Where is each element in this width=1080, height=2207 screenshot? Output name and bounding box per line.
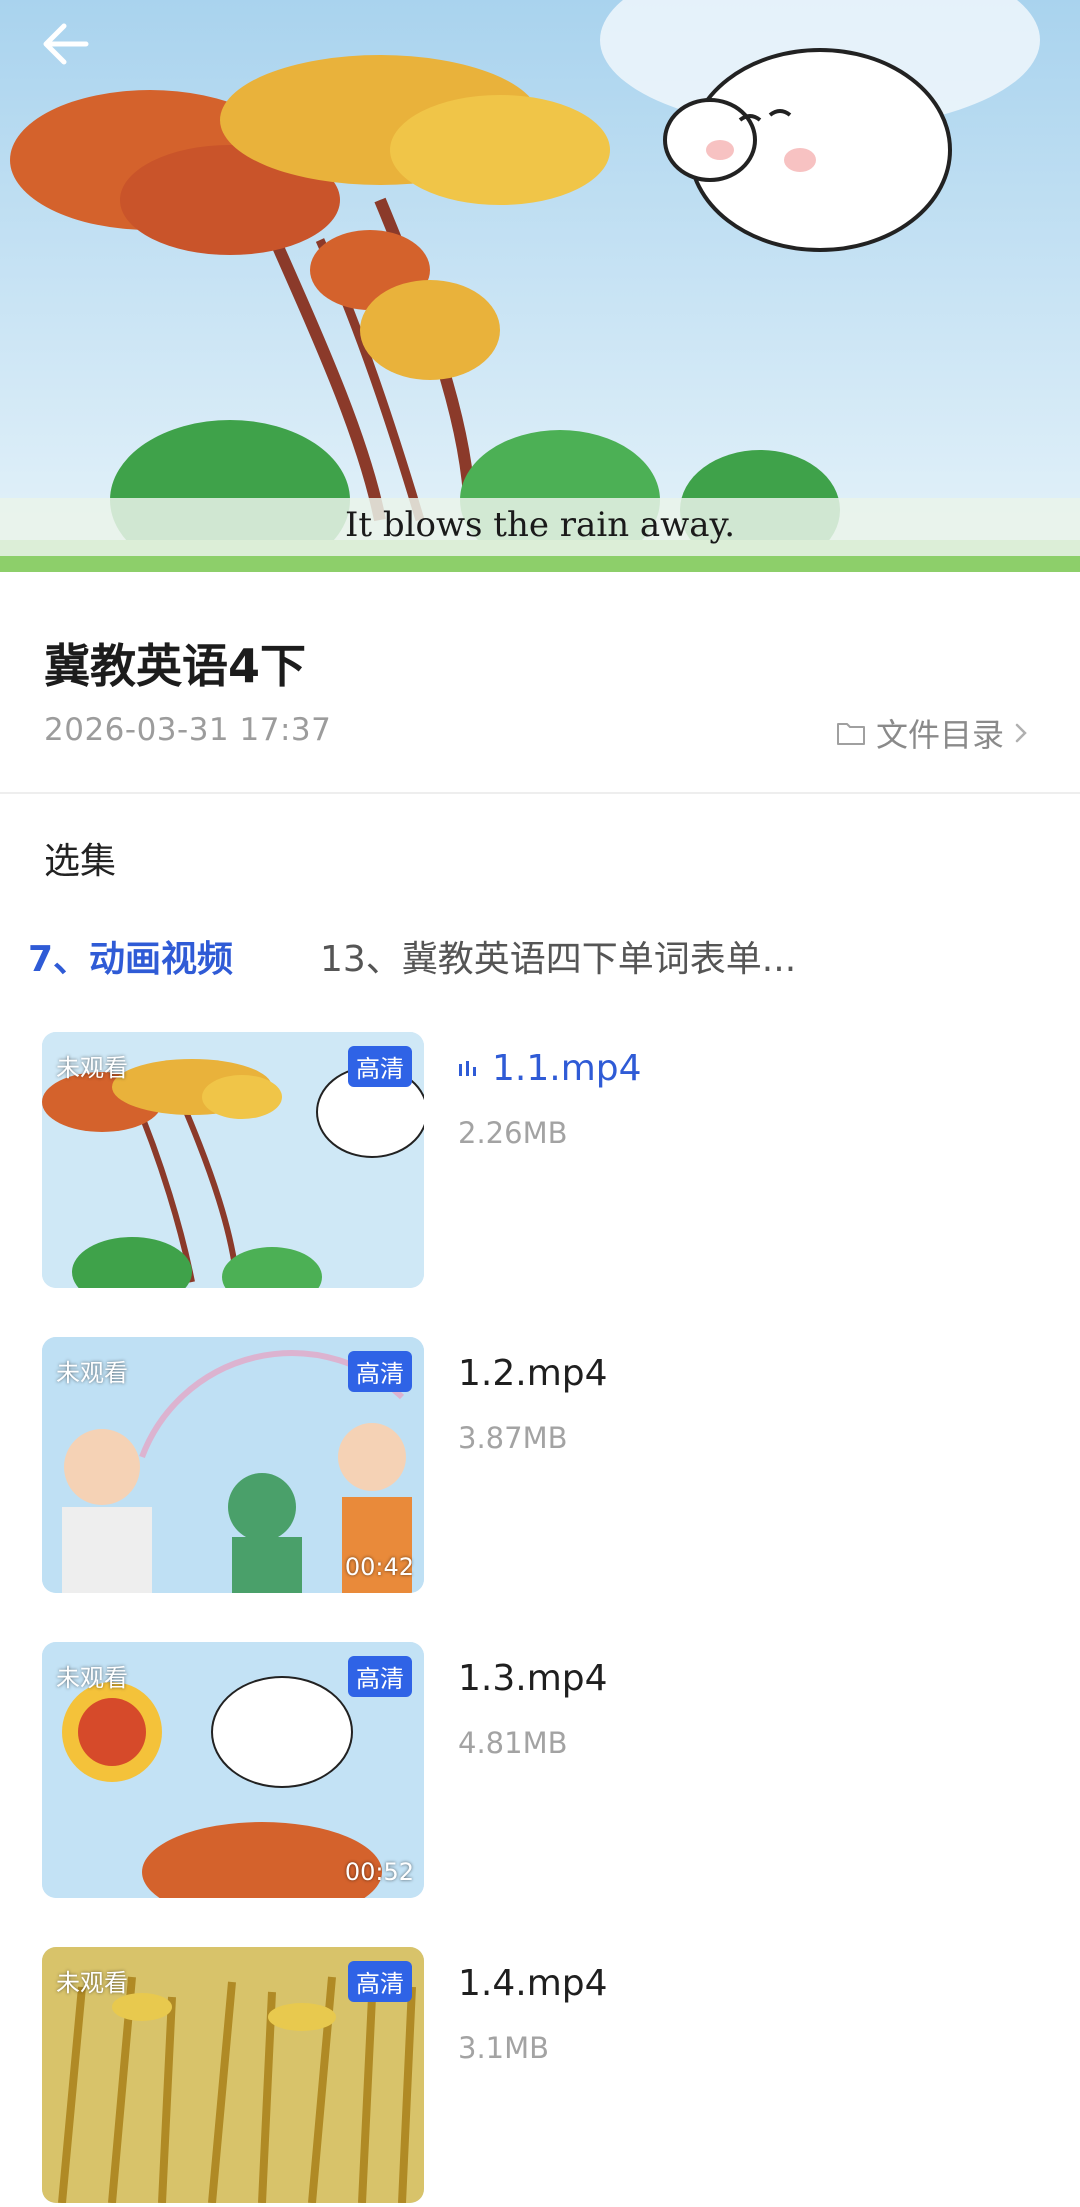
file-directory-label: 文件目录 xyxy=(875,716,1004,754)
list-item[interactable]: 未观看 高清 1.1.mp4 2.26MB xyxy=(42,1032,1042,1292)
video-frame-illustration xyxy=(0,0,1080,572)
file-size: 3.1MB xyxy=(458,2031,550,2065)
folder-icon xyxy=(836,723,865,745)
unwatched-badge: 未观看 xyxy=(56,1969,128,1997)
arrow-left-icon xyxy=(43,23,89,65)
page-title: 冀教英语4下 xyxy=(44,639,307,693)
back-button[interactable] xyxy=(30,8,102,80)
now-playing-icon xyxy=(459,1060,476,1076)
episode-title: 1.1.mp4 xyxy=(458,1048,642,1089)
tab-animation-videos[interactable]: 7、动画视频 xyxy=(28,930,233,982)
upload-date: 2026-03-31 17:37 xyxy=(44,712,332,748)
episode-name: 1.4.mp4 xyxy=(458,1963,608,2004)
unwatched-badge: 未观看 xyxy=(56,1664,128,1692)
section-divider xyxy=(0,792,1080,794)
episode-name: 1.2.mp4 xyxy=(458,1353,608,1394)
file-size: 4.81MB xyxy=(458,1726,568,1760)
unwatched-badge: 未观看 xyxy=(56,1359,128,1387)
file-size: 3.87MB xyxy=(458,1421,568,1455)
chevron-right-icon xyxy=(1015,723,1027,743)
hd-badge: 高清 xyxy=(348,1961,412,2002)
unwatched-badge: 未观看 xyxy=(56,1054,128,1082)
episodes-heading: 选集 xyxy=(44,841,117,882)
hd-badge: 高清 xyxy=(348,1656,412,1697)
video-player[interactable]: It blows the rain away. xyxy=(0,0,1080,572)
video-thumbnail: 未观看 高清 xyxy=(42,1032,424,1288)
episode-name: 1.3.mp4 xyxy=(458,1658,608,1699)
video-thumbnail: 未观看 高清 xyxy=(42,1947,424,2203)
video-subtitle: It blows the rain away. xyxy=(344,505,736,545)
video-thumbnail: 未观看 高清 00:52 xyxy=(42,1642,424,1898)
video-duration: 00:52 xyxy=(344,1858,414,1886)
list-item[interactable]: 未观看 高清 00:42 1.2.mp4 3.87MB xyxy=(42,1337,1042,1597)
video-thumbnail: 未观看 高清 00:42 xyxy=(42,1337,424,1593)
episode-name: 1.1.mp4 xyxy=(492,1048,642,1089)
tab-vocabulary-list[interactable]: 13、冀教英语四下单词表单... xyxy=(320,930,840,982)
video-duration: 00:42 xyxy=(344,1553,414,1581)
hd-badge: 高清 xyxy=(348,1046,412,1087)
file-directory-link[interactable]: 文件目录 xyxy=(836,710,1028,756)
list-item[interactable]: 未观看 高清 1.4.mp4 3.1MB xyxy=(42,1947,1042,2207)
file-size: 2.26MB xyxy=(458,1116,568,1150)
hd-badge: 高清 xyxy=(348,1351,412,1392)
list-item[interactable]: 未观看 高清 00:52 1.3.mp4 4.81MB xyxy=(42,1642,1042,1902)
